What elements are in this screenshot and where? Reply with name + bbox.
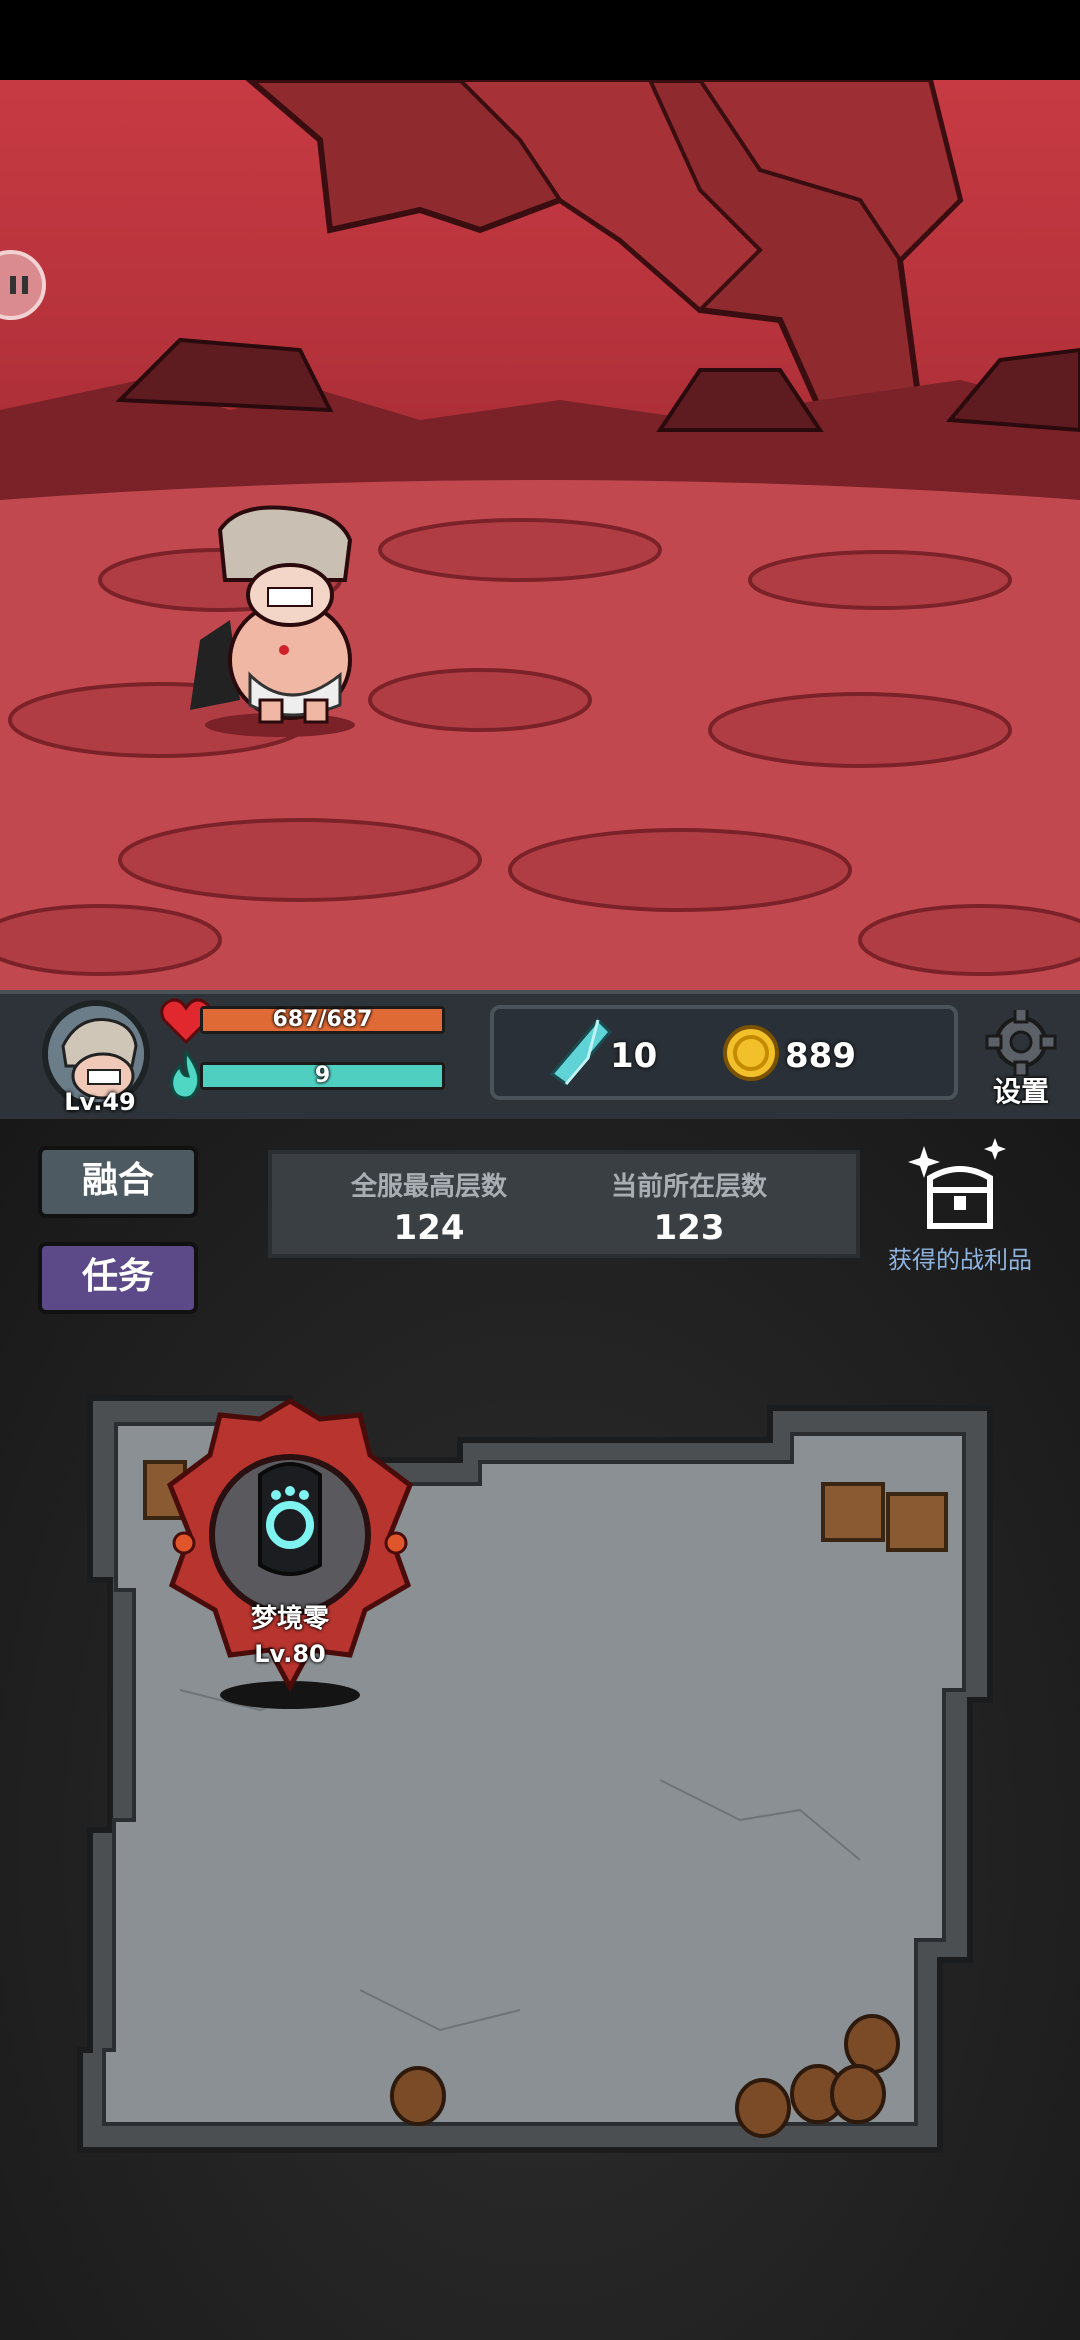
boss-level: Lv.80 (254, 1640, 326, 1668)
pause-icon (10, 276, 16, 294)
mana-text: 9 (314, 1063, 331, 1088)
status-bar (0, 0, 1080, 80)
loot-label: 获得的战利品 (888, 1246, 1032, 1274)
hp-text: 687/687 (272, 1007, 373, 1032)
battle-background (0, 80, 1080, 990)
boss-name: 梦境零 (250, 1604, 329, 1634)
battle-scene (0, 80, 1080, 990)
loot-button[interactable] (900, 1138, 1020, 1238)
settings-label: 设置 (992, 1075, 1049, 1108)
gem-count: 10 (610, 1036, 658, 1076)
current-floor-label: 当前所在层数 (610, 1172, 767, 1202)
crystal-icon (548, 1017, 613, 1092)
fusion-button[interactable]: 融合 (38, 1146, 198, 1218)
treasure-chest-icon (908, 1138, 1006, 1229)
hp-bar: 687/687 (200, 1006, 445, 1034)
coin-count: 889 (785, 1036, 856, 1076)
player-level: Lv.49 (64, 1088, 136, 1116)
pause-icon-bar (22, 276, 28, 294)
quest-button[interactable]: 任务 (38, 1242, 198, 1314)
server-max-floor-value: 124 (393, 1208, 465, 1248)
current-floor-value: 123 (653, 1208, 725, 1248)
mana-bar: 9 (200, 1062, 445, 1090)
hero-character (190, 505, 355, 737)
coin-icon (722, 1024, 780, 1086)
server-max-floor-label: 全服最高层数 (350, 1172, 507, 1202)
gear-icon (985, 1006, 1057, 1078)
floor-info-panel: 全服最高层数 124 当前所在层数 123 (268, 1150, 860, 1258)
